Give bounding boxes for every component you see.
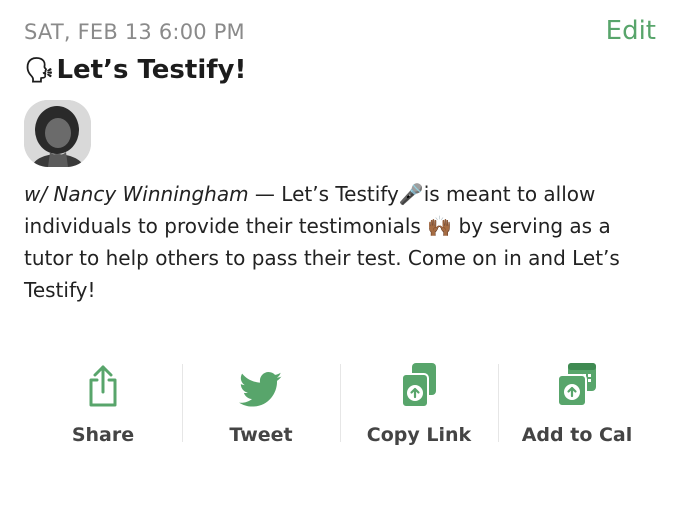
event-date: SAT, FEB 13 6:00 PM [24,20,245,44]
share-label: Share [71,424,135,446]
edit-button[interactable]: Edit [606,16,656,46]
host-avatar[interactable] [24,100,91,167]
share-button[interactable]: Share [24,358,182,454]
copy-link-button[interactable]: Copy Link [340,358,498,454]
twitter-bird-icon [182,358,340,408]
add-to-cal-button[interactable]: Add to Cal [498,358,656,454]
add-to-calendar-icon [498,358,656,408]
add-to-cal-label: Add to Cal [521,424,633,446]
copy-link-icon [340,358,498,408]
speaking-head-emoji: 🗣 [24,56,55,84]
tweet-label: Tweet [229,424,293,446]
event-title-text: Let’s Testify! [56,55,247,85]
event-header: SAT, FEB 13 6:00 PM Edit [24,16,656,46]
event-title: 🗣 Let’s Testify! [24,55,246,85]
share-icon [24,358,182,408]
event-description: w/ Nancy Winningham — Let’s Testify🎤is m… [24,178,654,306]
action-bar: Share Tweet Copy Link Add to Cal [24,358,656,454]
host-name[interactable]: w/ Nancy Winningham [24,182,249,206]
copy-link-label: Copy Link [366,424,472,446]
tweet-button[interactable]: Tweet [182,358,340,454]
